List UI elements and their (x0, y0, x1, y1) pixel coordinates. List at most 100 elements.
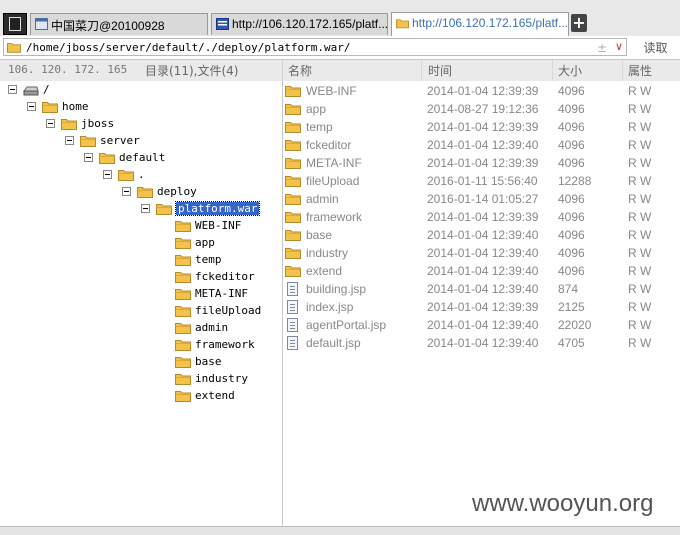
folder-icon (285, 230, 301, 241)
tree-item[interactable]: temp (160, 252, 270, 269)
tree-item[interactable]: . (103, 167, 270, 184)
file-name: default.jsp (306, 336, 361, 350)
folder-icon (285, 194, 301, 205)
tree-item[interactable]: home (27, 99, 270, 116)
collapse-toggle[interactable] (65, 136, 74, 145)
tree-item-label: / (43, 83, 50, 96)
tree-item[interactable]: app (160, 235, 270, 252)
folder-icon (175, 357, 191, 368)
tree-item[interactable]: default (84, 150, 270, 167)
file-attr: R W (628, 228, 652, 242)
file-name: fckeditor (306, 138, 352, 152)
expand-icon[interactable]: ± (597, 41, 607, 55)
file-name: admin (306, 192, 339, 206)
tree-item[interactable]: fckeditor (160, 269, 270, 286)
new-tab-button[interactable]: + (571, 14, 587, 32)
file-row[interactable]: default.jsp 2014-01-04 12:39:40 4705 R W (283, 334, 680, 352)
tab-bar: 中国菜刀@20100928 http://106.120.172.165/pla… (0, 0, 680, 37)
file-row[interactable]: extend 2014-01-04 12:39:40 4096 R W (283, 262, 680, 280)
column-header-attr[interactable]: 属性 (628, 62, 652, 79)
tree-item[interactable]: WEB-INF (160, 218, 270, 235)
file-size: 2125 (558, 300, 585, 314)
file-attr: R W (628, 246, 652, 260)
tree-item-label: deploy (157, 185, 197, 198)
window-menu-button[interactable] (3, 13, 27, 35)
file-size: 22020 (558, 318, 592, 332)
file-row[interactable]: fckeditor 2014-01-04 12:39:40 4096 R W (283, 136, 680, 154)
directory-tree: / home jboss server default. deploy platform.w… (0, 81, 283, 526)
file-name: WEB-INF (306, 84, 357, 98)
file-row[interactable]: industry 2014-01-04 12:39:40 4096 R W (283, 244, 680, 262)
column-header-time[interactable]: 时间 (428, 62, 452, 79)
file-row[interactable]: base 2014-01-04 12:39:40 4096 R W (283, 226, 680, 244)
file-attr: R W (628, 102, 652, 116)
divider (622, 60, 623, 81)
file-list: WEB-INF 2014-01-04 12:39:39 4096 R W app 2014… (283, 81, 680, 526)
file-size: 4096 (558, 192, 585, 206)
tree-item[interactable]: fileUpload (160, 303, 270, 320)
folder-icon (175, 255, 191, 266)
tree-item[interactable]: base (160, 354, 270, 371)
tree-item[interactable]: platform.war (141, 201, 270, 218)
file-time: 2016-01-11 15:56:40 (427, 174, 538, 188)
column-header-size[interactable]: 大小 (558, 62, 582, 79)
collapse-toggle[interactable] (122, 187, 131, 196)
file-row[interactable]: WEB-INF 2014-01-04 12:39:39 4096 R W (283, 82, 680, 100)
folder-icon (285, 86, 301, 97)
file-attr: R W (628, 318, 652, 332)
tree-item-label: default (119, 151, 166, 164)
tree-item[interactable]: jboss (46, 116, 270, 133)
file-attr: R W (628, 138, 652, 152)
read-button[interactable]: 读取 (633, 39, 678, 56)
file-time: 2016-01-14 01:05:27 (427, 192, 539, 206)
tree-item[interactable]: admin (160, 320, 270, 337)
column-header-name[interactable]: 名称 (288, 62, 312, 79)
tree-item[interactable]: framework (160, 337, 270, 354)
divider (552, 60, 553, 81)
tree-item[interactable]: extend (160, 388, 270, 405)
file-row[interactable]: META-INF 2014-01-04 12:39:39 4096 R W (283, 154, 680, 172)
file-time: 2014-01-04 12:39:39 (427, 84, 539, 98)
file-attr: R W (628, 336, 652, 350)
tab-shell[interactable]: http://106.120.172.165/platf... (211, 13, 388, 35)
file-row[interactable]: fileUpload 2016-01-11 15:56:40 12288 R W (283, 172, 680, 190)
collapse-toggle[interactable] (8, 85, 17, 94)
collapse-toggle[interactable] (141, 204, 150, 213)
file-row[interactable]: framework 2014-01-04 12:39:39 4096 R W (283, 208, 680, 226)
folder-icon (61, 119, 77, 130)
collapse-toggle[interactable] (84, 153, 93, 162)
file-size: 4096 (558, 138, 585, 152)
collapse-toggle[interactable] (103, 170, 112, 179)
file-attr: R W (628, 192, 652, 206)
tab-label: http://106.120.172.165/platf... (412, 16, 569, 30)
collapse-toggle[interactable] (27, 102, 36, 111)
file-row[interactable]: agentPortal.jsp 2014-01-04 12:39:40 22020 R… (283, 316, 680, 334)
folder-icon (175, 272, 191, 283)
file-row[interactable]: building.jsp 2014-01-04 12:39:40 874 R W (283, 280, 680, 298)
chevron-down-icon[interactable]: ∨ (615, 40, 623, 53)
folder-icon (42, 102, 58, 113)
tree-item[interactable]: / (8, 82, 270, 99)
tab-caidao[interactable]: 中国菜刀@20100928 (30, 13, 208, 35)
collapse-toggle[interactable] (46, 119, 55, 128)
path-input[interactable]: /home/jboss/server/default/./deploy/plat… (3, 38, 627, 56)
file-row[interactable]: app 2014-08-27 19:12:36 4096 R W (283, 100, 680, 118)
tree-item-label: base (195, 355, 222, 368)
folder-icon (80, 136, 96, 147)
divider (421, 60, 422, 81)
folder-icon (175, 374, 191, 385)
file-attr: R W (628, 156, 652, 170)
file-time: 2014-08-27 19:12:36 (427, 102, 539, 116)
file-name: building.jsp (306, 282, 367, 296)
file-row[interactable]: index.jsp 2014-01-04 12:39:39 2125 R W (283, 298, 680, 316)
tree-item[interactable]: server (65, 133, 270, 150)
drive-icon (23, 86, 39, 96)
tree-item[interactable]: deploy (122, 184, 270, 201)
folder-icon (175, 289, 191, 300)
file-row[interactable]: admin 2016-01-14 01:05:27 4096 R W (283, 190, 680, 208)
file-row[interactable]: temp 2014-01-04 12:39:39 4096 R W (283, 118, 680, 136)
tree-item[interactable]: META-INF (160, 286, 270, 303)
tab-filemanager[interactable]: http://106.120.172.165/platf... (391, 12, 569, 36)
tree-item[interactable]: industry (160, 371, 270, 388)
list-header: 106. 120. 172. 165 目录(11),文件(4) 名称 时间 大小… (0, 60, 680, 82)
